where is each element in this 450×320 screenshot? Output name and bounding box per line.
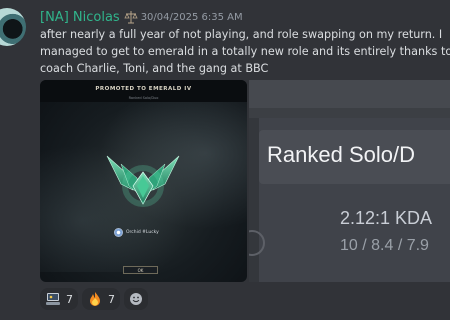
stats-side-strip — [249, 118, 259, 282]
queue-title: Ranked Solo/D — [267, 142, 415, 167]
smiley-icon — [130, 293, 142, 305]
chat-message: [NA] Nicolas 30/04/2025 6:35 AM after ne… — [0, 0, 450, 320]
kda-detail: 10 / 8.4 / 7.9 — [340, 237, 429, 254]
profile-icon — [114, 228, 123, 237]
player-tag: Orchid #Lucky — [114, 228, 159, 237]
timestamp: 30/04/2025 6:35 AM — [140, 11, 243, 23]
player-name: Orchid #Lucky — [126, 230, 159, 235]
kda-ratio: 2.12:1 KDA — [340, 208, 433, 228]
message-header: [NA] Nicolas 30/04/2025 6:35 AM — [40, 9, 243, 25]
emerald-emblem-icon — [106, 155, 180, 207]
reaction-count: 7 — [108, 292, 115, 306]
message-text-line: after nearly a full year of not playing,… — [40, 28, 443, 41]
ok-button: OK — [123, 266, 158, 274]
message-text-line: managed to get to emerald in a totally n… — [40, 45, 450, 58]
message-text-line: coach Charlie, Toni, and the gang at BBC — [40, 62, 269, 75]
stats-top-bar — [249, 80, 450, 108]
fire-emoji-icon — [90, 292, 100, 306]
queue-label: Ranked Solo/Duo — [128, 96, 159, 100]
message-text: after nearly a full year of not playing,… — [40, 26, 450, 77]
attachment-image-promotion[interactable]: PROMOTED TO EMERALD IV Ranked Solo/Duo O… — [40, 80, 247, 282]
reaction-count: 7 — [66, 292, 73, 306]
avatar[interactable] — [0, 8, 26, 46]
username[interactable]: [NA] Nicolas — [40, 10, 120, 25]
laptop-emoji-icon — [46, 293, 60, 305]
scales-icon — [124, 11, 138, 24]
reaction-laptop[interactable]: 7 — [40, 288, 78, 310]
add-reaction-button[interactable] — [124, 288, 148, 310]
promotion-title: PROMOTED TO EMERALD IV — [95, 86, 192, 92]
reactions-bar: 7 7 — [40, 288, 148, 310]
reaction-fire[interactable]: 7 — [82, 288, 120, 310]
attachment-image-stats[interactable]: Ranked Solo/D 2.12:1 KDA 10 / 8.4 / 7.9 — [249, 80, 450, 282]
